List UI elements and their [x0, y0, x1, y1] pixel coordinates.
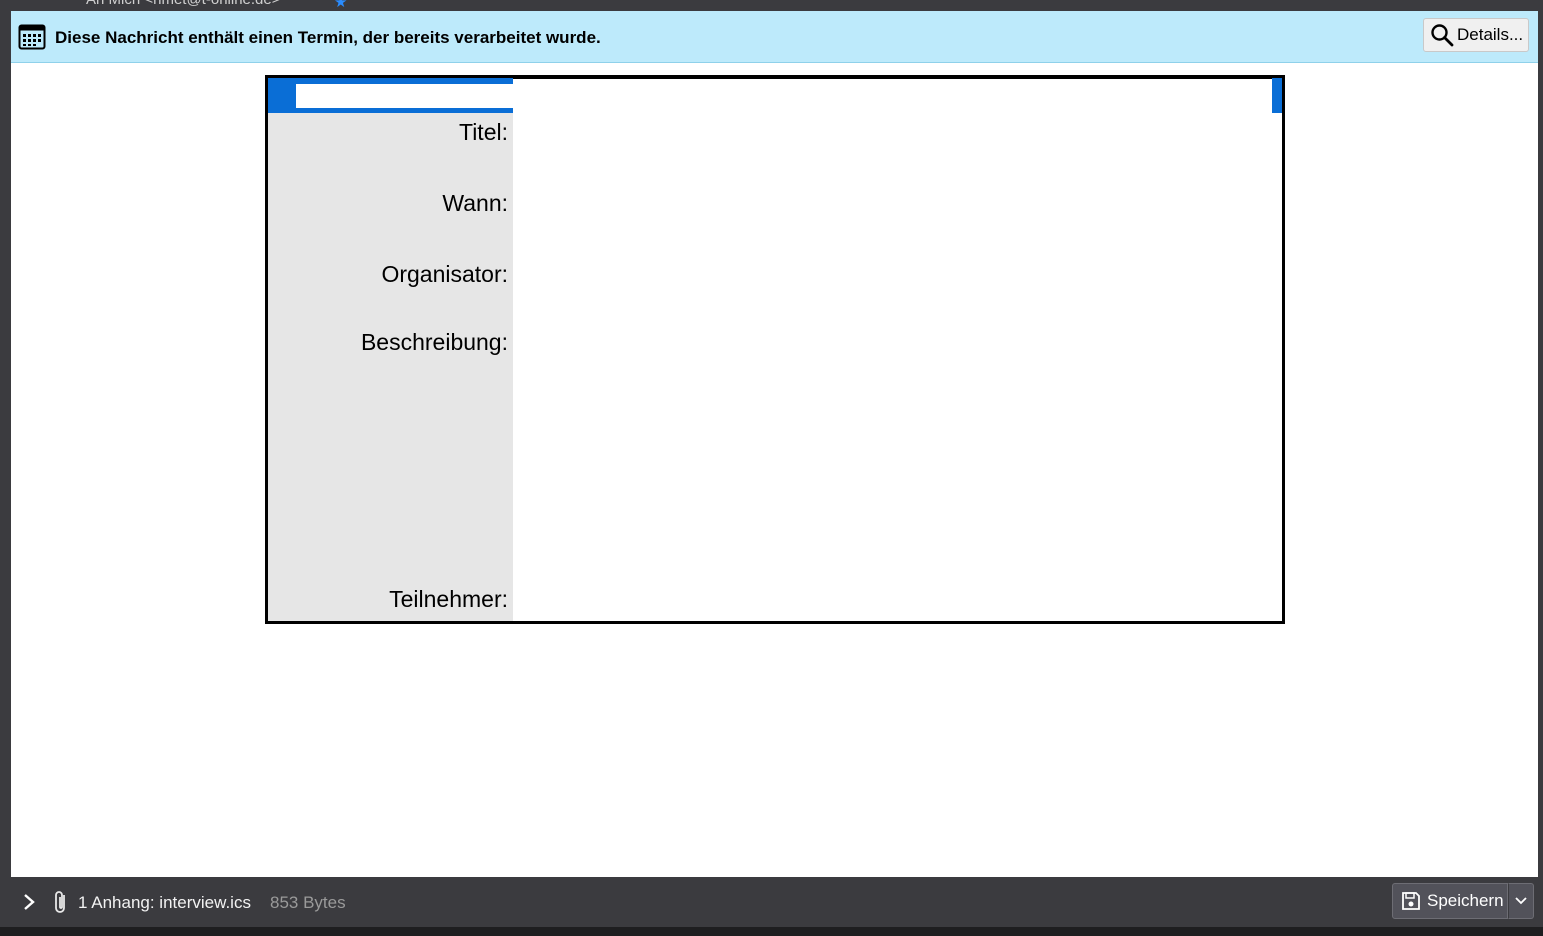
status-edge	[0, 927, 1543, 936]
title-label: Titel:	[459, 119, 508, 145]
chevron-down-icon	[1515, 897, 1527, 905]
message-body: Diese Nachricht enthält einen Termin, de…	[11, 11, 1538, 877]
card-header-accent	[1272, 78, 1282, 113]
save-label: Speichern	[1427, 891, 1504, 910]
invitation-card: Titel: Wann: Organisator: Beschreibung: …	[265, 75, 1285, 624]
appointment-notification-bar: Diese Nachricht enthält einen Termin, de…	[11, 11, 1538, 63]
notification-message: Diese Nachricht enthält einen Termin, de…	[55, 28, 601, 47]
chevron-right-icon[interactable]	[22, 893, 36, 911]
card-header-box	[296, 84, 513, 108]
attachment-summary[interactable]: 1 Anhang: interview.ics	[78, 893, 251, 913]
save-button[interactable]: Speichern	[1392, 883, 1508, 919]
when-label: Wann:	[442, 190, 508, 216]
paperclip-icon	[55, 891, 65, 913]
star-icon[interactable]: ★	[334, 0, 347, 11]
save-icon	[1402, 892, 1420, 910]
description-label: Beschreibung:	[360, 329, 508, 355]
attachment-size: 853 Bytes	[270, 893, 346, 912]
details-label: Details...	[1457, 25, 1524, 44]
search-icon	[1431, 24, 1454, 47]
organizer-label: Organisator:	[381, 261, 508, 287]
calendar-icon	[18, 24, 46, 50]
attachment-bar: 1 Anhang: interview.ics 853 Bytes Speich…	[11, 877, 1538, 927]
attendees-label: Teilnehmer:	[389, 586, 508, 612]
save-dropdown-button[interactable]	[1508, 883, 1534, 919]
header-strip: An Mich <nmet@t-online.de> ★	[0, 0, 1543, 11]
field-labels-column: Titel: Wann: Organisator: Beschreibung: …	[268, 113, 513, 621]
recipient-line: An Mich <nmet@t-online.de>	[86, 0, 281, 8]
details-button[interactable]: Details...	[1423, 18, 1529, 52]
